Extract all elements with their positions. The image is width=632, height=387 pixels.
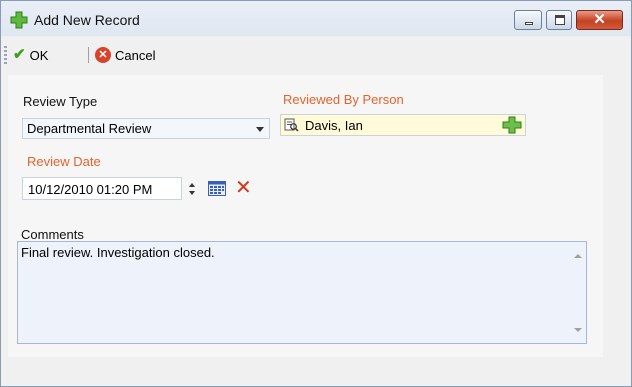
toolbar-separator	[88, 47, 89, 63]
reviewed-by-label: Reviewed By Person	[283, 92, 404, 107]
calendar-icon[interactable]	[208, 181, 226, 196]
add-new-record-window: Add New Record ✕ ✔ OK ✕ Cancel Review Ty…	[0, 0, 632, 387]
comments-label: Comments	[21, 227, 84, 242]
cancel-button[interactable]: ✕ Cancel	[95, 45, 155, 65]
close-button[interactable]: ✕	[576, 10, 623, 30]
add-record-icon	[10, 11, 28, 29]
title-bar[interactable]: Add New Record ✕	[1, 1, 631, 36]
review-date-label: Review Date	[27, 154, 101, 169]
review-type-value: Departmental Review	[27, 121, 152, 136]
maximize-button[interactable]	[546, 10, 572, 30]
ok-label: OK	[29, 47, 49, 63]
spin-up-icon[interactable]	[189, 183, 195, 187]
window-title: Add New Record	[34, 12, 140, 28]
comments-scrollbar[interactable]	[569, 242, 586, 343]
scroll-down-icon[interactable]	[574, 328, 582, 332]
cancel-icon: ✕	[95, 47, 111, 63]
spin-down-icon[interactable]	[189, 191, 195, 195]
lookup-icon[interactable]	[284, 118, 299, 132]
review-date-input[interactable]: 10/12/2010 01:20 PM	[22, 177, 182, 200]
cancel-label: Cancel	[115, 47, 156, 63]
maximize-icon	[555, 15, 565, 25]
ok-button[interactable]: ✔ OK	[13, 45, 48, 65]
add-person-icon[interactable]	[502, 116, 522, 134]
review-type-select[interactable]: Departmental Review	[22, 118, 270, 139]
comments-textarea[interactable]: Final review. Investigation closed.	[17, 241, 587, 344]
toolbar: ✔ OK ✕ Cancel	[1, 39, 631, 71]
clear-date-icon[interactable]: ✕	[235, 177, 252, 199]
toolbar-grip[interactable]	[4, 46, 7, 64]
chevron-down-icon[interactable]	[256, 127, 264, 132]
comments-value: Final review. Investigation closed.	[21, 245, 215, 260]
reviewed-by-field[interactable]: Davis, Ian	[280, 114, 526, 136]
review-type-label: Review Type	[23, 94, 98, 109]
reviewed-by-value: Davis, Ian	[305, 118, 363, 133]
review-date-value: 10/12/2010 01:20 PM	[28, 182, 153, 197]
minimize-button[interactable]	[514, 10, 542, 30]
minimize-icon	[525, 22, 533, 25]
check-icon: ✔	[13, 46, 26, 63]
date-spinner[interactable]	[187, 179, 197, 199]
close-icon: ✕	[593, 11, 606, 28]
scroll-up-icon[interactable]	[574, 254, 582, 258]
